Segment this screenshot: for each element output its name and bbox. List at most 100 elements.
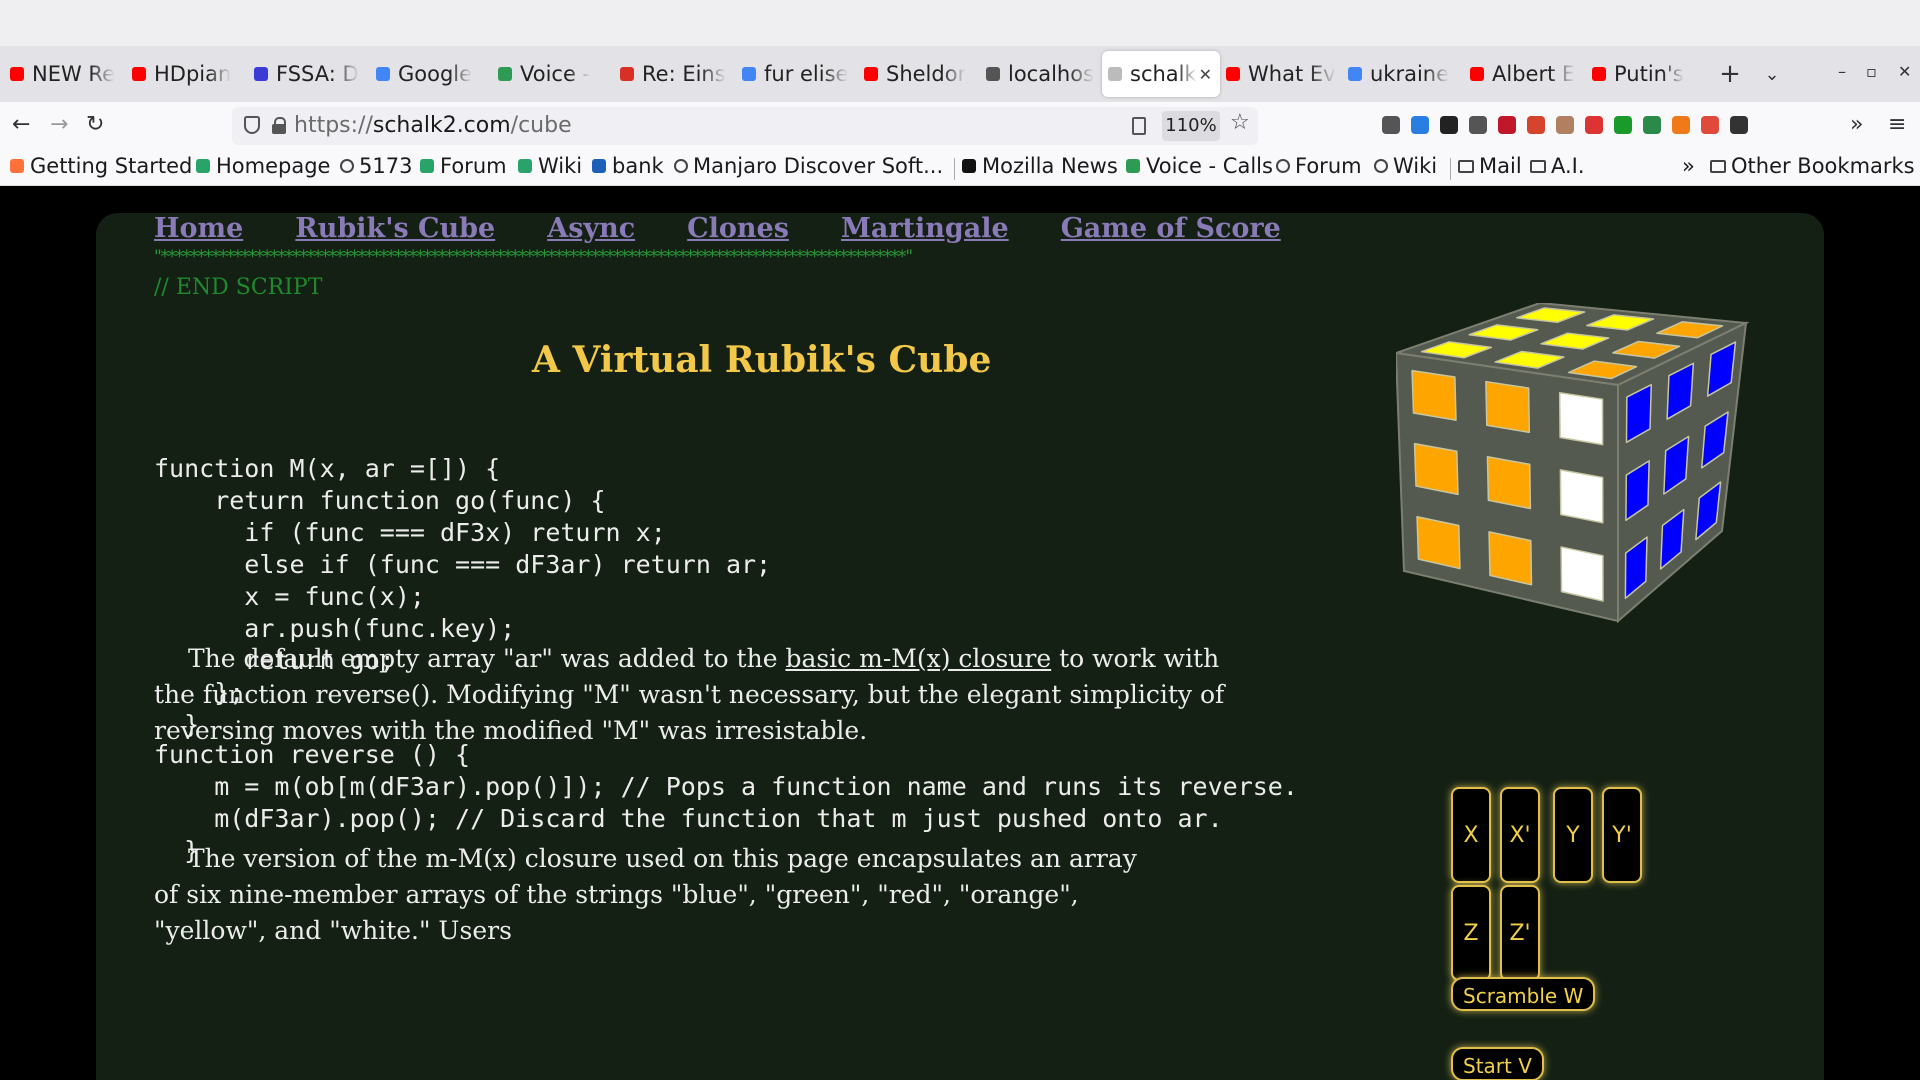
- nav-link-rubik-s-cube[interactable]: Rubik's Cube: [295, 213, 495, 244]
- close-window-button[interactable]: ✕: [1898, 62, 1911, 81]
- more-tools-icon[interactable]: »: [1850, 112, 1863, 137]
- tab-7[interactable]: Sheldor: [858, 51, 980, 97]
- download-icon[interactable]: [1411, 116, 1429, 134]
- tab-4[interactable]: Voice -: [492, 51, 614, 97]
- tab-8[interactable]: localhos: [980, 51, 1102, 97]
- extension-puzzle-icon[interactable]: [1469, 116, 1487, 134]
- tab-label: Albert E: [1492, 62, 1576, 86]
- speaker-icon[interactable]: [1730, 116, 1748, 134]
- bookmark-item[interactable]: Manjaro Discover Soft...: [674, 154, 943, 178]
- rubiks-cube[interactable]: [1396, 303, 1756, 663]
- bookmark-star-icon[interactable]: ☆: [1230, 110, 1250, 135]
- rotate-x-prime-button[interactable]: X': [1500, 787, 1540, 883]
- tab-favicon-icon: [1470, 67, 1484, 81]
- front-sticker: [1411, 369, 1457, 421]
- ublock-icon[interactable]: [1498, 116, 1516, 134]
- navigation-toolbar: ← → ↻ https://schalk2.com/cube 110% ☆ » …: [0, 102, 1920, 150]
- site-nav: Home Rubik's Cube Async Clones Martingale Gam…: [154, 213, 1281, 244]
- stars-divider: "***************************************…: [154, 247, 913, 267]
- reload-button[interactable]: ↻: [86, 112, 104, 137]
- down-arrow-icon[interactable]: [1614, 116, 1632, 134]
- tab-11[interactable]: ukraine: [1342, 51, 1464, 97]
- new-tab-button[interactable]: +: [1708, 59, 1752, 89]
- tab-strip: NEW Re HDpian FSSA: D Google Voice - Re: Eins…: [0, 46, 1920, 102]
- tab-2[interactable]: FSSA: D: [248, 51, 370, 97]
- start-button[interactable]: Start V: [1451, 1047, 1544, 1080]
- nav-link-game-of-score[interactable]: Game of Score: [1061, 213, 1281, 244]
- bookmark-item[interactable]: Getting Started: [10, 154, 192, 178]
- folder-icon: [1710, 159, 1726, 173]
- paragraph-default-array: The default empty array "ar" was added t…: [154, 644, 1225, 745]
- tab-label: localhos: [1008, 62, 1095, 86]
- reader-view-icon[interactable]: [1132, 117, 1146, 135]
- pocket-icon[interactable]: [1382, 116, 1400, 134]
- globe-icon: [674, 159, 688, 173]
- nav-link-async[interactable]: Async: [547, 213, 635, 244]
- bookmark-item[interactable]: Forum: [420, 154, 507, 178]
- bookmark-item[interactable]: Wiki: [1374, 154, 1437, 178]
- tab-3[interactable]: Google: [370, 51, 492, 97]
- tab-label: HDpian: [154, 62, 232, 86]
- list-all-tabs-button[interactable]: ⌄: [1752, 64, 1792, 85]
- bookmark-item[interactable]: 5173: [340, 154, 412, 178]
- page-viewport: Home Rubik's Cube Async Clones Martingale Gam…: [0, 187, 1920, 1080]
- bookmarks-overflow-button[interactable]: »: [1682, 154, 1695, 178]
- bookmark-item[interactable]: Wiki: [518, 154, 582, 178]
- nav-link-clones[interactable]: Clones: [687, 213, 789, 244]
- rotate-y-prime-button[interactable]: Y': [1602, 787, 1642, 883]
- rotate-x-button[interactable]: X: [1451, 787, 1491, 883]
- extension-badge-icon[interactable]: [1585, 116, 1603, 134]
- end-script-comment: // END SCRIPT: [154, 275, 323, 300]
- lock-icon[interactable]: [272, 117, 286, 134]
- extension-orange-icon[interactable]: [1672, 116, 1690, 134]
- megaphone-icon[interactable]: [1527, 116, 1545, 134]
- tab-5[interactable]: Re: Eins: [614, 51, 736, 97]
- tab-favicon-icon: [376, 67, 390, 81]
- close-tab-icon[interactable]: ✕: [1199, 65, 1212, 84]
- bookmark-item[interactable]: bank: [592, 154, 664, 178]
- tab-favicon-icon: [1226, 67, 1240, 81]
- tab-1[interactable]: HDpian: [126, 51, 248, 97]
- back-button[interactable]: ←: [12, 112, 30, 137]
- folder-icon: [1530, 159, 1546, 173]
- tab-13[interactable]: Putin's: [1586, 51, 1708, 97]
- maximize-button[interactable]: ▫: [1866, 62, 1877, 81]
- chart-icon[interactable]: [1701, 116, 1719, 134]
- cookie-icon[interactable]: [1556, 116, 1574, 134]
- rotate-z-prime-button[interactable]: Z': [1500, 885, 1540, 981]
- scramble-button[interactable]: Scramble W: [1451, 977, 1596, 1011]
- extension-green-icon[interactable]: [1643, 116, 1661, 134]
- zoom-level[interactable]: 110%: [1162, 111, 1220, 141]
- bookmark-item[interactable]: Other Bookmarks: [1710, 154, 1915, 178]
- tab-12[interactable]: Albert E: [1464, 51, 1586, 97]
- bookmark-item[interactable]: Voice - Calls: [1126, 154, 1273, 178]
- tab-6[interactable]: fur elise: [736, 51, 858, 97]
- url-text[interactable]: https://schalk2.com/cube: [294, 113, 572, 138]
- tab-9[interactable]: schalk ✕: [1102, 51, 1220, 97]
- rotate-z-button[interactable]: Z: [1451, 885, 1491, 981]
- bookmark-item[interactable]: Mail: [1458, 154, 1522, 178]
- bookmark-item[interactable]: A.I.: [1530, 154, 1585, 178]
- bookmark-item[interactable]: Homepage: [196, 154, 330, 178]
- content-panel: Home Rubik's Cube Async Clones Martingale Gam…: [96, 213, 1824, 1080]
- minimize-button[interactable]: –: [1838, 62, 1846, 81]
- rotate-y-button[interactable]: Y: [1553, 787, 1593, 883]
- nav-link-home[interactable]: Home: [154, 213, 243, 244]
- forward-button[interactable]: →: [50, 112, 68, 137]
- tab-label: schalk: [1130, 62, 1197, 86]
- tab-0[interactable]: NEW Re: [4, 51, 126, 97]
- bookmarks-toolbar: Getting Started Homepage 5173 Forum Wiki bank…: [0, 150, 1920, 186]
- tracking-protection-icon[interactable]: [244, 116, 260, 134]
- nav-link-martingale[interactable]: Martingale: [841, 213, 1009, 244]
- tab-10[interactable]: What Ev: [1220, 51, 1342, 97]
- bookmark-item[interactable]: Forum: [1276, 154, 1362, 178]
- address-bar[interactable]: https://schalk2.com/cube 110% ☆: [232, 107, 1258, 145]
- tab-favicon-icon: [742, 67, 756, 81]
- bookmark-item[interactable]: Mozilla News: [962, 154, 1118, 178]
- extension-d-icon[interactable]: [1440, 116, 1458, 134]
- bookmark-label: Forum: [1295, 154, 1362, 178]
- basic-closure-link[interactable]: basic m-M(x) closure: [785, 644, 1051, 673]
- menu-icon[interactable]: ≡: [1888, 112, 1906, 137]
- tab-label: Voice -: [520, 62, 591, 86]
- tab-label: Putin's: [1614, 62, 1684, 86]
